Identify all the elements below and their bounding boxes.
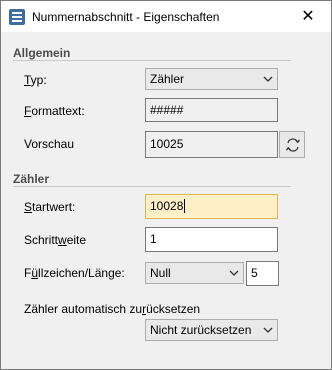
refresh-button[interactable]	[279, 131, 305, 158]
section-general-heading: Allgemein	[13, 46, 71, 60]
step-input[interactable]: 1	[145, 227, 278, 252]
type-select-value: Zähler	[150, 72, 185, 86]
fill-label: Füllzeichen/Länge:	[24, 266, 125, 280]
window-title: Nummernabschnitt - Eigenschaften	[32, 10, 220, 24]
fill-char-select-value: Null	[150, 266, 171, 280]
reset-label: Zähler automatisch zurücksetzen	[24, 302, 201, 316]
text-caret	[184, 199, 186, 213]
preview-label: Vorschau	[24, 137, 75, 151]
title-bar[interactable]: Nummernabschnitt - Eigenschaften ✕	[1, 1, 331, 32]
step-label: Schrittweite	[24, 233, 87, 247]
reset-select-value: Nicht zurücksetzen	[150, 323, 252, 337]
close-icon[interactable]: ✕	[285, 1, 331, 32]
format-field[interactable]: #####	[145, 98, 278, 122]
preview-field: 10025	[145, 131, 278, 158]
section-divider	[13, 186, 291, 187]
properties-dialog: Nummernabschnitt - Eigenschaften ✕ Allge…	[0, 0, 332, 370]
fill-char-select[interactable]: Null	[145, 262, 244, 284]
reset-select[interactable]: Nicht zurücksetzen	[145, 319, 278, 341]
start-value-input[interactable]: 10028	[145, 194, 278, 219]
type-label: Typ:	[24, 73, 47, 87]
format-label: Formattext:	[24, 104, 85, 118]
app-icon	[9, 9, 25, 25]
chevron-down-icon	[263, 327, 273, 333]
refresh-icon	[285, 138, 301, 152]
length-input[interactable]: 5	[246, 261, 279, 286]
type-select[interactable]: Zähler	[145, 68, 278, 90]
section-divider	[13, 60, 291, 61]
chevron-down-icon	[263, 76, 273, 82]
section-counter-heading: Zähler	[13, 172, 50, 186]
start-label: Startwert:	[24, 200, 76, 214]
chevron-down-icon	[229, 270, 239, 276]
